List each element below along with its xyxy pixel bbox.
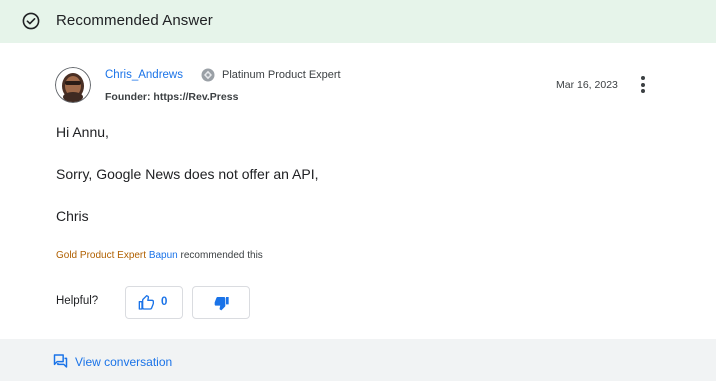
post-date: Mar 16, 2023 [556,79,618,91]
author-name-link[interactable]: Chris_Andrews [105,69,183,81]
banner-title: Recommended Answer [56,12,213,29]
thumbs-down-button[interactable] [192,286,250,319]
recommender-name-link[interactable]: Bapun [149,250,178,261]
recommendation-note: Gold Product Expert Bapun recommended th… [56,250,263,261]
forum-icon [53,354,68,368]
recommended-answer-banner: Recommended Answer [0,0,716,43]
post-body-line: Sorry, Google News does not offer an API… [56,166,319,182]
expert-level-label: Platinum Product Expert [222,69,341,81]
post-body-line: Hi Annu, [56,124,109,140]
post-body-line: Chris [56,208,89,224]
view-conversation-link[interactable]: View conversation [75,355,172,369]
recommender-title: Gold Product Expert [56,250,147,261]
thumbs-up-count: 0 [161,296,168,308]
more-options-icon[interactable] [637,75,649,95]
thumbs-up-button[interactable]: 0 [125,286,183,319]
helpful-label: Helpful? [56,295,99,307]
platinum-expert-badge-icon [201,68,215,82]
recommendation-suffix: recommended this [180,250,263,261]
author-founder-line: Founder: https://Rev.Press [105,91,239,103]
check-circle-icon [22,12,40,30]
thumbs-up-icon [138,295,154,310]
thumbs-down-icon [214,297,229,311]
footer-bar: View conversation [0,339,716,381]
avatar[interactable] [55,67,91,103]
